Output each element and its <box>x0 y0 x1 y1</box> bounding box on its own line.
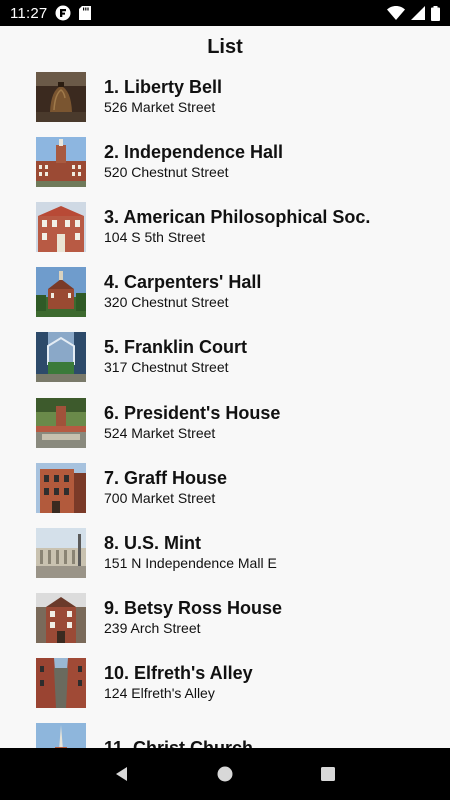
signal-icon <box>411 6 425 20</box>
item-address: 124 Elfreth's Alley <box>104 685 215 702</box>
back-icon[interactable] <box>107 759 137 789</box>
navigation-bar <box>0 748 450 800</box>
status-bar: 11:27 <box>0 0 450 26</box>
item-title: 6. President's House <box>104 402 281 423</box>
item-title: 3. American Philosophical Soc. <box>104 206 371 227</box>
item-address: 151 N Independence Mall E <box>104 554 277 571</box>
list-item[interactable]: 2. Independence Hall 520 Chestnut Street <box>0 129 450 194</box>
item-address: 526 Market Street <box>104 98 216 115</box>
item-address: 520 Chestnut Street <box>104 163 229 180</box>
item-title: 5. Franklin Court <box>104 337 248 358</box>
app-screen: List 1. Liberty Bell 526 Market Street 2… <box>0 26 450 748</box>
item-title: 4. Carpenters' Hall <box>104 272 262 293</box>
list-item[interactable]: 10. Elfreth's Alley 124 Elfreth's Alley <box>0 651 450 716</box>
liberty-bell-thumbnail <box>36 71 86 122</box>
item-address: 320 Chestnut Street <box>104 294 229 311</box>
list-item[interactable]: 5. Franklin Court 317 Chestnut Street <box>0 325 450 390</box>
item-title: 1. Liberty Bell <box>104 76 223 97</box>
home-icon[interactable] <box>210 759 240 789</box>
item-title: 2. Independence Hall <box>104 141 284 162</box>
graff-house-thumbnail <box>36 462 86 513</box>
item-address: 317 Chestnut Street <box>104 359 229 376</box>
battery-icon <box>431 5 440 21</box>
sd-card-icon <box>79 6 92 20</box>
independence-hall-thumbnail <box>36 136 86 187</box>
item-address: 104 S 5th Street <box>104 228 206 245</box>
carpenters-hall-thumbnail <box>36 267 86 318</box>
betsy-ross-house-thumbnail <box>36 593 86 644</box>
list-item[interactable]: 11. Christ Church <box>0 716 450 748</box>
item-address: 524 Market Street <box>104 424 216 441</box>
status-time: 11:27 <box>10 4 48 22</box>
list-item[interactable]: 4. Carpenters' Hall 320 Chestnut Street <box>0 260 450 325</box>
item-address: 239 Arch Street <box>104 620 201 637</box>
list-item[interactable]: 6. President's House 524 Market Street <box>0 390 450 455</box>
franklin-court-thumbnail <box>36 332 86 383</box>
philosophical-society-thumbnail <box>36 201 86 252</box>
list-item[interactable]: 3. American Philosophical Soc. 104 S 5th… <box>0 194 450 259</box>
us-mint-thumbnail <box>36 527 86 578</box>
item-title: 8. U.S. Mint <box>104 532 202 553</box>
recents-icon[interactable] <box>313 759 343 789</box>
page-title: List <box>207 36 243 58</box>
item-title: 7. Graff House <box>104 467 228 488</box>
item-title: 11. Christ Church <box>104 737 254 748</box>
app-notification-icon <box>55 5 71 21</box>
list-item[interactable]: 1. Liberty Bell 526 Market Street <box>0 64 450 129</box>
item-address: 700 Market Street <box>104 489 216 506</box>
list-item[interactable]: 9. Betsy Ross House 239 Arch Street <box>0 586 450 651</box>
elfreths-alley-thumbnail <box>36 658 86 709</box>
wifi-icon <box>387 6 405 20</box>
item-title: 9. Betsy Ross House <box>104 598 283 619</box>
list-item[interactable]: 8. U.S. Mint 151 N Independence Mall E <box>0 520 450 585</box>
presidents-house-thumbnail <box>36 397 86 448</box>
christ-church-thumbnail <box>36 723 86 748</box>
places-list[interactable]: 1. Liberty Bell 526 Market Street 2. Ind… <box>0 64 450 748</box>
item-title: 10. Elfreth's Alley <box>104 663 253 684</box>
list-item[interactable]: 7. Graff House 700 Market Street <box>0 455 450 520</box>
